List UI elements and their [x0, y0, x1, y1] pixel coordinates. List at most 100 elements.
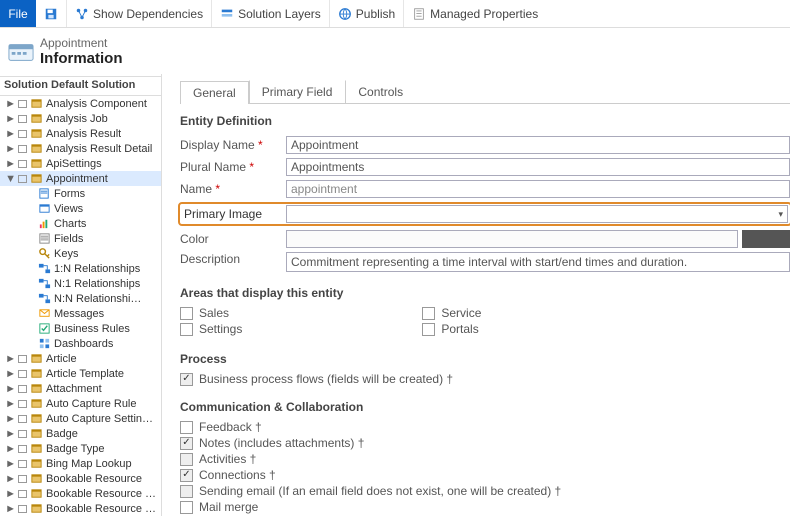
box-icon: [18, 355, 27, 363]
tree-child-item[interactable]: Dashboards: [0, 336, 161, 351]
name-input[interactable]: [286, 180, 790, 198]
expand-icon[interactable]: ►: [6, 159, 15, 168]
tab-primary-field[interactable]: Primary Field: [249, 80, 346, 103]
tree-item-label: Dashboards: [54, 338, 113, 350]
tree-child-item[interactable]: N:1 Relationships: [0, 276, 161, 291]
display-name-label: Display Name *: [180, 138, 286, 152]
comm-sending-email[interactable]: Sending email (If an email field does no…: [180, 484, 790, 498]
expand-icon[interactable]: ►: [6, 114, 15, 123]
expand-icon[interactable]: ►: [6, 444, 15, 453]
box-icon: [18, 415, 27, 423]
tab-general[interactable]: General: [180, 81, 249, 104]
comm-feedback[interactable]: Feedback †: [180, 420, 790, 434]
expand-icon[interactable]: ►: [6, 399, 15, 408]
expand-icon[interactable]: ►: [6, 129, 15, 138]
tree-item-label: Fields: [54, 233, 83, 245]
expand-icon[interactable]: ►: [6, 144, 15, 153]
tree-entity-item[interactable]: ►Analysis Job: [0, 111, 161, 126]
tree-entity-item[interactable]: ►Bookable Resource …: [0, 501, 161, 516]
tree-entity-item[interactable]: ►Bookable Resource: [0, 471, 161, 486]
tree-item-label: Auto Capture Rule: [46, 398, 137, 410]
process-bpf[interactable]: Business process flows (fields will be c…: [180, 372, 790, 386]
publish-icon: [338, 7, 352, 21]
box-icon: [18, 475, 27, 483]
tree-entity-item[interactable]: ►Analysis Result Detail: [0, 141, 161, 156]
box-icon: [18, 115, 27, 123]
publish-label: Publish: [356, 7, 395, 21]
tree-entity-item[interactable]: ►Attachment: [0, 381, 161, 396]
expand-icon[interactable]: ►: [6, 459, 15, 468]
tree-entity-item[interactable]: ► Article: [0, 351, 161, 366]
primary-image-select[interactable]: ▾: [286, 205, 788, 223]
area-service[interactable]: Service: [422, 306, 481, 320]
publish-button[interactable]: Publish: [330, 0, 404, 27]
primary-image-label: Primary Image: [182, 207, 286, 221]
tree-child-item[interactable]: Charts: [0, 216, 161, 231]
plural-name-label: Plural Name *: [180, 160, 286, 174]
color-swatch[interactable]: [742, 230, 790, 248]
tree-entity-item[interactable]: ►Badge: [0, 426, 161, 441]
tree-entity-item[interactable]: ►Bookable Resource …: [0, 486, 161, 501]
file-menu[interactable]: File: [0, 0, 36, 27]
expand-icon[interactable]: ►: [6, 474, 15, 483]
tree-entity-item[interactable]: ►Analysis Result: [0, 126, 161, 141]
plural-name-input[interactable]: [286, 158, 790, 176]
header-sub: Appointment: [40, 36, 123, 50]
display-name-input[interactable]: [286, 136, 790, 154]
expand-icon[interactable]: ►: [6, 369, 15, 378]
tree-child-item[interactable]: Keys: [0, 246, 161, 261]
comm-activities[interactable]: Activities †: [180, 452, 790, 466]
tree-child-item[interactable]: 1:N Relationships: [0, 261, 161, 276]
area-sales[interactable]: Sales: [180, 306, 242, 320]
comm-mail-merge[interactable]: Mail merge: [180, 500, 790, 514]
tree-item-label: Article: [46, 353, 77, 365]
comm-connections[interactable]: Connections †: [180, 468, 790, 482]
show-dependencies-button[interactable]: Show Dependencies: [67, 0, 212, 27]
tree-item-label: Messages: [54, 308, 104, 320]
tree-entity-item[interactable]: ► Bing Map Lookup: [0, 456, 161, 471]
tree-item-label: Bing Map Lookup: [46, 458, 132, 470]
solution-tree: Solution Default Solution ►Analysis Comp…: [0, 74, 162, 516]
tree-child-item[interactable]: Business Rules: [0, 321, 161, 336]
entity-icon: [8, 41, 34, 63]
tree-entity-item[interactable]: ► Auto Capture Rule: [0, 396, 161, 411]
tree-entity-item[interactable]: ►Badge Type: [0, 441, 161, 456]
tree-item-label: Auto Capture Settin…: [46, 413, 153, 425]
expand-icon[interactable]: ►: [6, 99, 15, 108]
tree-item-label: 1:N Relationships: [54, 263, 140, 275]
top-toolbar: File Show Dependencies Solution Layers P…: [0, 0, 790, 28]
expand-icon[interactable]: ►: [6, 504, 15, 513]
tree-entity-item[interactable]: ►Analysis Component: [0, 96, 161, 111]
comm-notes[interactable]: Notes (includes attachments) †: [180, 436, 790, 450]
tree-child-item[interactable]: Forms: [0, 186, 161, 201]
managed-properties-button[interactable]: Managed Properties: [404, 0, 546, 27]
expand-icon[interactable]: ►: [6, 384, 15, 393]
tree-entity-item[interactable]: ►ApiSettings: [0, 156, 161, 171]
tree-child-item[interactable]: Views: [0, 201, 161, 216]
tree-entity-item[interactable]: ▼ Appointment: [0, 171, 161, 186]
tree-entity-item[interactable]: ► Auto Capture Settin…: [0, 411, 161, 426]
expand-icon[interactable]: ▼: [6, 174, 15, 183]
expand-icon[interactable]: ►: [6, 429, 15, 438]
box-icon: [18, 145, 27, 153]
area-settings[interactable]: Settings: [180, 322, 242, 336]
solution-layers-button[interactable]: Solution Layers: [212, 0, 330, 27]
name-label: Name *: [180, 182, 286, 196]
tree-item-label: N:1 Relationships: [54, 278, 140, 290]
tabs: General Primary Field Controls: [180, 80, 790, 104]
expand-icon[interactable]: ►: [6, 414, 15, 423]
tree-child-item[interactable]: Fields: [0, 231, 161, 246]
tree-item-label: Appointment: [46, 173, 108, 185]
expand-icon[interactable]: ►: [6, 489, 15, 498]
save-button[interactable]: [36, 0, 67, 27]
tree-entity-item[interactable]: ►Article Template: [0, 366, 161, 381]
expand-icon[interactable]: ►: [6, 354, 15, 363]
tree-child-item[interactable]: Messages: [0, 306, 161, 321]
box-icon: [18, 430, 27, 438]
area-portals[interactable]: Portals: [422, 322, 481, 336]
tab-controls[interactable]: Controls: [345, 80, 416, 103]
tree-child-item[interactable]: N:N Relationshi…: [0, 291, 161, 306]
description-input[interactable]: Commitment representing a time interval …: [286, 252, 790, 272]
color-input[interactable]: [286, 230, 738, 248]
color-label: Color: [180, 232, 286, 246]
